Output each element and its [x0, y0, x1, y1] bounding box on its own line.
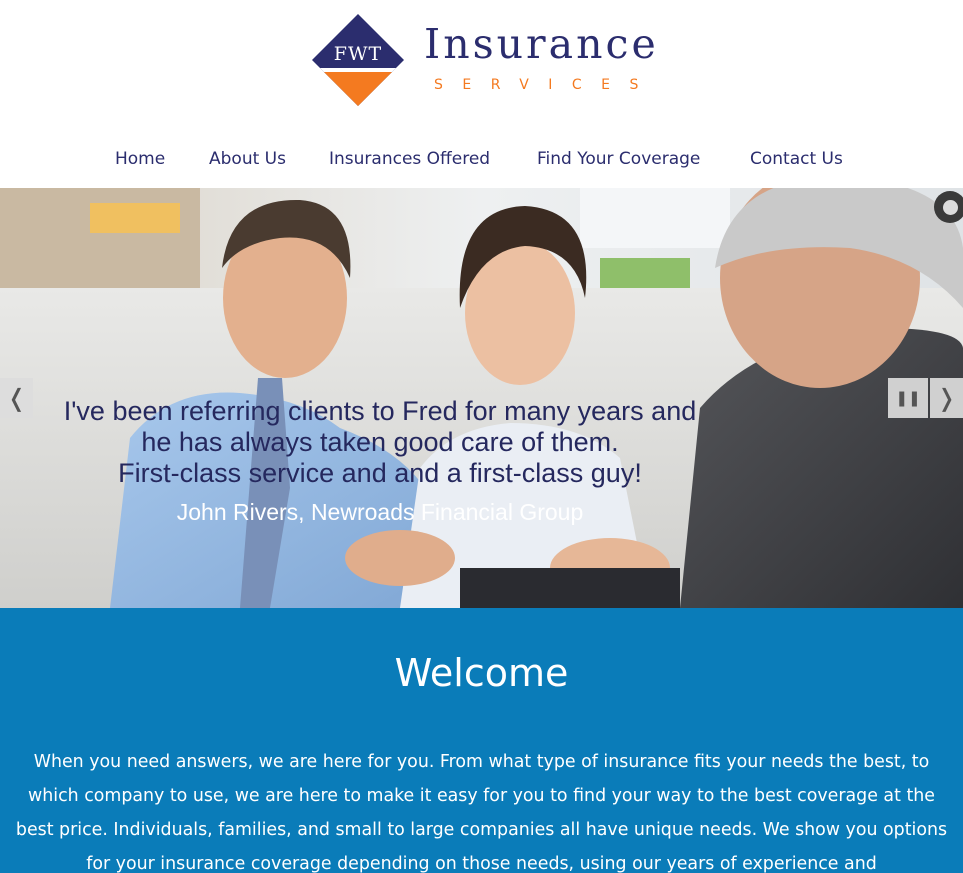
nav-home[interactable]: Home — [115, 146, 165, 172]
site-header: FWT Insurance SERVICES Home About Us Ins… — [0, 0, 963, 188]
welcome-text: When you need answers, we are here for y… — [15, 752, 948, 873]
logo-wordmark: Insurance — [424, 20, 659, 68]
chevron-left-icon: ❬ — [6, 384, 27, 412]
testimonial-slider: I've been referring clients to Fred for … — [0, 188, 963, 608]
logo-abbreviation: FWT — [333, 43, 383, 65]
nav-about-us[interactable]: About Us — [209, 146, 286, 172]
welcome-title: Welcome — [394, 651, 569, 695]
prev-slide-button[interactable]: ❬ — [0, 378, 33, 418]
nav-contact-us[interactable]: Contact Us — [750, 146, 843, 172]
nav-find-your-coverage[interactable]: Find Your Coverage — [537, 146, 700, 172]
next-slide-button[interactable]: ❭ — [930, 378, 963, 418]
nav-insurances-offered[interactable]: Insurances Offered — [329, 146, 490, 172]
fwt-logo[interactable]: FWT Insurance SERVICES — [310, 12, 660, 112]
main-nav: Home About Us Insurances Offered Find Yo… — [0, 146, 963, 174]
quote-line: I've been referring clients to Fred for … — [63, 396, 697, 426]
welcome-section: Welcome When you need answers, we are he… — [0, 608, 963, 873]
testimonial-author: John Rivers, Newroads Financial Group — [176, 499, 584, 525]
slide-indicator-icon[interactable] — [934, 191, 963, 223]
testimonial-quote: I've been referring clients to Fred for … — [20, 396, 740, 489]
slide-indicator-dot — [942, 199, 958, 215]
pause-slider-button[interactable]: ❚❚ — [888, 378, 928, 418]
quote-line: he has always taken good care of them. — [141, 427, 619, 457]
chevron-right-icon: ❭ — [936, 384, 957, 412]
quote-line: First-class service and and a first-clas… — [118, 458, 642, 488]
pause-icon: ❚❚ — [895, 389, 921, 407]
logo-subtitle: SERVICES — [434, 77, 658, 93]
